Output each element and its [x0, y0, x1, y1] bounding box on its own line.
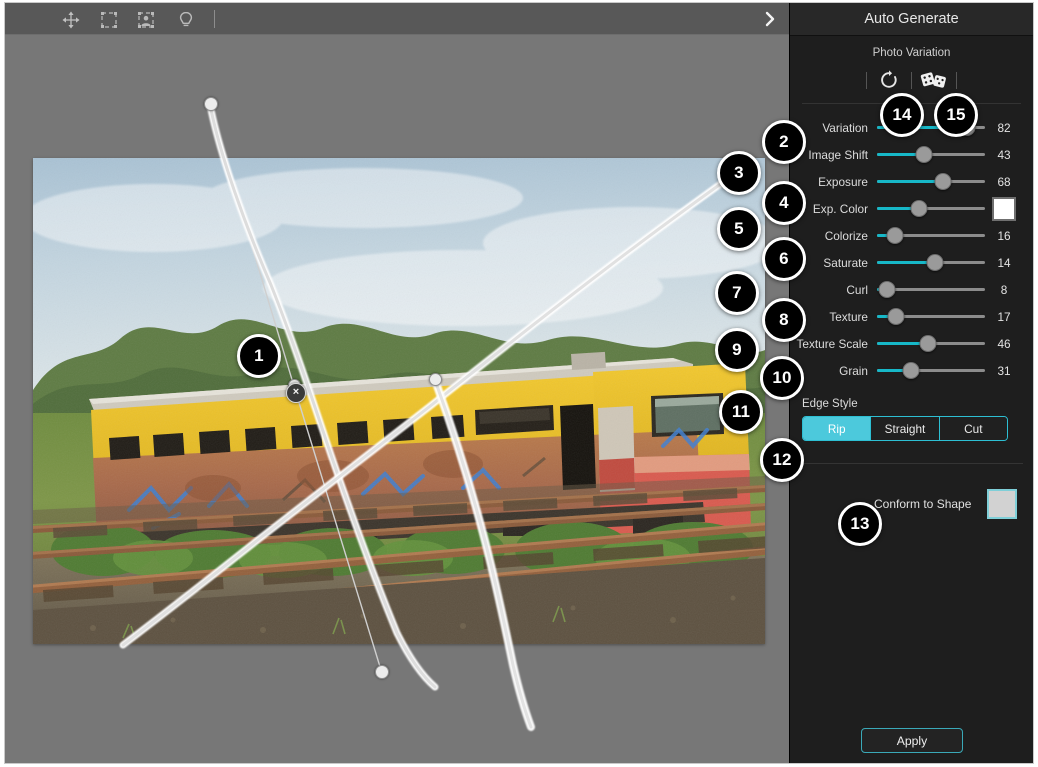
photo-image[interactable] [33, 158, 765, 644]
slider-thumb[interactable] [934, 173, 952, 190]
annotation-marker-9: 9 [715, 328, 759, 372]
annotation-marker-8: 8 [762, 298, 806, 342]
pv-divider-right [956, 71, 957, 89]
slider-value: 16 [997, 228, 1011, 243]
slider-thumb[interactable] [926, 254, 944, 271]
annotation-marker-4: 4 [762, 181, 806, 225]
slider-track[interactable] [877, 335, 985, 352]
slider-label: Texture Scale [796, 336, 868, 351]
slider-value: 14 [997, 255, 1011, 270]
conform-to-shape-row: Conform to Shape [790, 484, 1033, 524]
slider-thumb[interactable] [887, 308, 905, 325]
lightbulb-icon[interactable] [175, 9, 197, 31]
annotation-marker-7: 7 [715, 271, 759, 315]
slider-track[interactable] [877, 254, 985, 271]
slider-track[interactable] [877, 146, 985, 163]
edge-style-group: Edge Style Rip Straight Cut [790, 398, 1033, 441]
photo-plate[interactable] [33, 158, 765, 644]
slider-thumb[interactable] [919, 335, 937, 352]
slider-row-exposure: Exposure 68 [790, 168, 1033, 195]
slider-label: Colorize [824, 228, 868, 243]
apply-button[interactable]: Apply [861, 728, 963, 753]
edge-style-option-straight[interactable]: Straight [871, 417, 940, 440]
annotation-marker-11: 11 [719, 390, 763, 434]
slider-row-saturate: Saturate 14 [790, 249, 1033, 276]
slider-value: 68 [997, 174, 1011, 189]
slider-track[interactable] [877, 227, 985, 244]
randomize-dice-icon[interactable] [912, 65, 956, 95]
annotation-marker-15: 15 [934, 93, 978, 137]
slider-track[interactable] [877, 362, 985, 379]
slider-value: 17 [997, 309, 1011, 324]
exp-color-swatch[interactable] [992, 196, 1016, 221]
slider-row-colorize: Colorize 16 [790, 222, 1033, 249]
slider-row-image-shift: Image Shift 43 [790, 141, 1033, 168]
editing-stage[interactable]: × [5, 35, 791, 763]
slider-track[interactable] [877, 281, 985, 298]
slider-track[interactable] [877, 173, 985, 190]
annotation-marker-2: 2 [762, 120, 806, 164]
slider-thumb[interactable] [910, 200, 928, 217]
rip-handle-top[interactable] [204, 97, 218, 111]
photo-variation-toolbar [790, 63, 1033, 97]
application-window: × Auto Generate Photo Variation Variatio… [4, 2, 1034, 764]
edge-style-label: Edge Style [802, 398, 858, 410]
photo-variation-label: Photo Variation [872, 47, 951, 59]
edge-style-option-cut[interactable]: Cut [939, 417, 1007, 440]
annotation-marker-10: 10 [760, 356, 804, 400]
conform-to-shape-label: Conform to Shape [874, 497, 972, 511]
slider-row-grain: Grain 31 [790, 357, 1033, 384]
reset-variation-icon[interactable] [867, 65, 911, 95]
slider-value: 82 [997, 120, 1011, 135]
slider-row-texture-scale: Texture Scale 46 [790, 330, 1033, 357]
slider-value: 31 [997, 363, 1011, 378]
panel-divider-bottom [800, 463, 1023, 464]
edge-style-segmented-control[interactable]: Rip Straight Cut [802, 416, 1008, 441]
annotation-marker-12: 12 [760, 438, 804, 482]
annotation-marker-1: 1 [237, 334, 281, 378]
slider-value: 46 [997, 336, 1011, 351]
slider-thumb[interactable] [886, 227, 904, 244]
panel-title: Auto Generate [790, 3, 1033, 36]
top-toolbar [5, 3, 791, 35]
rip-handle-bottom[interactable] [375, 665, 389, 679]
slider-track[interactable] [877, 308, 985, 325]
annotation-marker-6: 6 [762, 237, 806, 281]
toolbar-divider [214, 10, 215, 28]
rip-handle-right[interactable] [429, 373, 442, 386]
apply-button-container: Apply [790, 728, 1033, 753]
screenshot-root: × Auto Generate Photo Variation Variatio… [0, 0, 1038, 767]
slider-swatch-cell [985, 196, 1023, 221]
slider-label: Curl [846, 282, 868, 297]
canvas-area: × [5, 3, 791, 763]
crop-frame-icon[interactable] [98, 9, 120, 31]
annotation-marker-5: 5 [717, 207, 761, 251]
slider-thumb[interactable] [915, 146, 933, 163]
conform-to-shape-swatch[interactable] [987, 489, 1018, 519]
annotation-marker-13: 13 [838, 502, 882, 546]
slider-value: 43 [997, 147, 1011, 162]
slider-list: Variation 82 Image Shift 43 Exposure 68 Exp. C… [790, 114, 1033, 384]
delete-rip-button[interactable]: × [286, 383, 306, 403]
slider-row-curl: Curl 8 [790, 276, 1033, 303]
photo-frame-icon[interactable] [135, 9, 157, 31]
edge-style-option-rip[interactable]: Rip [803, 417, 872, 440]
slider-thumb[interactable] [878, 281, 896, 298]
slider-row-texture: Texture 17 [790, 303, 1033, 330]
slider-label: Exposure [818, 174, 868, 189]
slider-fill [877, 261, 935, 264]
move-tool-icon[interactable] [60, 9, 82, 31]
slider-thumb[interactable] [902, 362, 920, 379]
slider-fill [877, 180, 942, 183]
slider-track[interactable] [877, 200, 985, 217]
panel-expand-chevron-icon[interactable] [759, 8, 781, 30]
slider-value: 8 [1000, 282, 1008, 297]
annotation-marker-14: 14 [880, 93, 924, 137]
slider-row-exp-color: Exp. Color [790, 195, 1033, 222]
annotation-marker-3: 3 [717, 151, 761, 195]
